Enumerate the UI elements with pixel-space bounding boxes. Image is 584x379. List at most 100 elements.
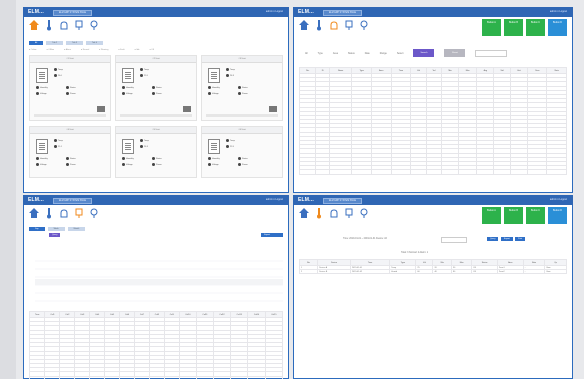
filter-option[interactable]: Select [397,52,404,55]
card-value: Voltage [208,92,219,95]
card-value: 26.3 [140,145,148,148]
tab-3[interactable]: Tab 4 [86,41,103,45]
header-button[interactable]: ELM ERP SYSTEM PAGE [323,198,362,204]
header-button[interactable]: ELM ERP SYSTEM PAGE [323,10,362,16]
filter-option[interactable]: Date [365,52,370,55]
hand-icon[interactable] [58,19,70,36]
card-value: Voltage [122,92,133,95]
reset-button[interactable]: Reset [444,49,466,57]
thermometer-icon[interactable] [313,207,325,224]
action-buttons: Button A Button B Button C Button D [482,19,567,36]
action-button[interactable]: Button B [504,207,523,224]
user-menu[interactable]: admin ▾ Logout [266,10,283,13]
card-title: #3 Unit [202,56,282,63]
tank-icon[interactable] [73,207,85,224]
pin-icon[interactable] [88,207,100,224]
header-button[interactable]: ELM ERP SYSTEM PAGE [53,198,92,204]
thermometer-icon[interactable] [43,207,55,224]
pin-icon[interactable] [88,19,100,36]
search-button[interactable]: Search [413,49,435,57]
thermometer-icon[interactable] [313,19,325,36]
tab-0[interactable]: Day [29,227,45,231]
action-button[interactable]: Button C [526,19,545,36]
card-value: Status [152,86,162,89]
home-icon[interactable] [298,19,310,36]
user-menu[interactable]: admin ▾ Logout [266,198,283,201]
pin-icon[interactable] [358,207,370,224]
action-button[interactable]: Button A [482,19,501,36]
card-tabs: All Tab 2 Tab 3 Tab 4 [29,41,103,45]
filter-option[interactable]: All [305,52,308,55]
filter-option[interactable]: Area [333,52,338,55]
hand-icon[interactable] [328,19,340,36]
legend-item: ● Offline [46,49,55,51]
query-button[interactable]: Query [487,237,499,241]
tank-icon[interactable] [343,207,355,224]
header-button[interactable]: ELM ERP SYSTEM PAGE [53,10,92,16]
app-header: ELM... ELM ERP SYSTEM PAGE admin ▾ Logou… [23,7,289,17]
filter-option[interactable]: Range [380,52,387,55]
legend-item: ● Alarm [64,49,71,51]
status-box [97,106,105,112]
search-input[interactable] [475,49,508,57]
device-card[interactable]: #3 Unit Temp 24.8 Humidity Status Voltage Powe… [201,55,283,121]
device-select[interactable] [441,237,467,243]
more-button[interactable] [271,233,283,237]
app-header: ELM... ELM ERP SYSTEM PAGE admin ▾ Logou… [23,195,289,205]
card-value: Power [238,92,248,95]
hand-icon[interactable] [58,207,70,224]
action-button[interactable]: Button B [504,19,523,36]
app-logo: ELM... [298,9,314,15]
device-icon [36,139,48,154]
tank-icon[interactable] [343,19,355,36]
table-row [298,169,567,175]
filter-option[interactable]: Status [348,52,355,55]
query-button[interactable]: Query [49,233,61,237]
print-button[interactable]: Print [515,237,526,241]
period-tabs: Day Week Month [29,227,86,231]
tab-2[interactable]: Month [67,227,86,231]
action-button[interactable]: Button C [526,207,545,224]
action-button[interactable]: Button A [482,207,501,224]
data-table: No. ID Name Type Area Time Val Val Min Max Avg Std U… [298,67,567,175]
export-button[interactable]: Export [501,237,513,241]
tab-1[interactable]: Tab 2 [46,41,64,45]
legend-item: ● Fault [118,49,125,51]
device-icon [122,68,134,83]
card-value: Humidity [122,157,134,160]
user-menu[interactable]: admin ▾ Logout [550,198,567,201]
device-card[interactable]: #6 Unit Temp 25.9 Humidity Status Voltage Powe… [201,126,283,178]
home-icon[interactable] [298,207,310,224]
device-card[interactable]: #4 Unit Temp 25.1 Humidity Status Voltage Powe… [29,126,111,178]
card-value: Temp [140,68,149,71]
status-legend: ● Online ● Offline ● Alarm ● Normal ● Warnin… [29,48,283,52]
card-title: #6 Unit [202,127,282,134]
card-title: #5 Unit [116,127,196,134]
tab-1[interactable]: Week [47,227,65,231]
card-value: Humidity [36,157,48,160]
card-value: Status [238,86,248,89]
card-value: Status [66,157,76,160]
card-footer [120,114,192,117]
action-button[interactable]: Button D [548,207,567,224]
user-menu[interactable]: admin ▾ Logout [550,10,567,13]
home-icon[interactable] [28,207,40,224]
card-footer [34,114,106,117]
pin-icon[interactable] [358,19,370,36]
status-box [269,106,277,112]
tab-0[interactable]: All [29,41,44,45]
tank-icon[interactable] [73,19,85,36]
action-button[interactable]: Button D [548,19,567,36]
card-value: 26.0 [54,74,62,77]
filter-option[interactable]: Type [318,52,323,55]
device-card[interactable]: #1 Unit Temp 26.0 Humidity Status Voltage Powe… [29,55,111,121]
filter-text: Time: 2019-01-01 ~ 2019-01-31 Device: Al… [343,238,387,240]
thermometer-icon[interactable] [43,19,55,36]
device-icon [122,139,134,154]
app-header: ELM... ELM ERP SYSTEM PAGE admin ▾ Logou… [293,7,573,17]
device-card[interactable]: #2 Unit Temp 25.5 Humidity Status Voltage Powe… [115,55,197,121]
home-icon[interactable] [28,19,40,36]
device-card[interactable]: #5 Unit Temp 26.3 Humidity Status Voltage Powe… [115,126,197,178]
hand-icon[interactable] [328,207,340,224]
tab-2[interactable]: Tab 3 [66,41,84,45]
